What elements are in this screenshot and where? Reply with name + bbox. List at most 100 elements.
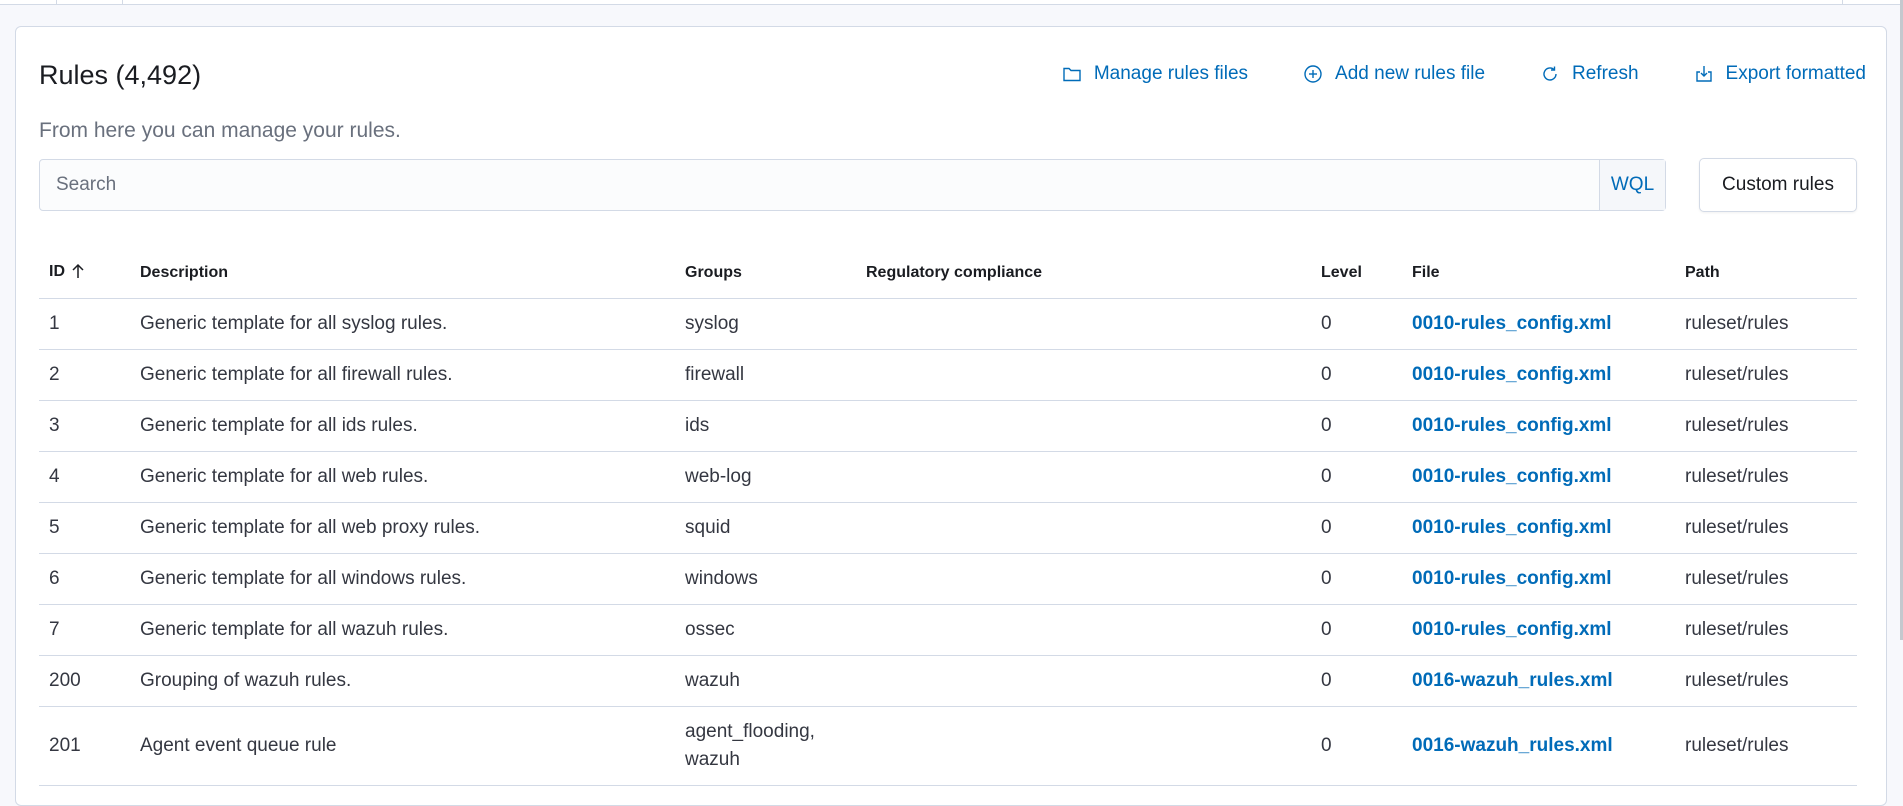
- add-new-rules-file-button[interactable]: Add new rules file: [1303, 63, 1485, 85]
- column-header-compliance[interactable]: Regulatory compliance: [856, 248, 1311, 299]
- cell-level: 0: [1311, 298, 1402, 350]
- custom-rules-button[interactable]: Custom rules: [1699, 158, 1857, 212]
- table-row[interactable]: 200 Grouping of wazuh rules. wazuh 0 001…: [39, 655, 1857, 707]
- cell-groups: wazuh: [675, 655, 856, 707]
- cell-groups: syslog: [675, 298, 856, 350]
- top-nav-bar: [0, 0, 1903, 5]
- cell-file: 0010-rules_config.xml: [1402, 604, 1675, 656]
- cell-description: Generic template for all syslog rules.: [130, 298, 675, 350]
- sort-ascending-icon: [71, 263, 85, 284]
- cell-path: ruleset/rules: [1675, 298, 1857, 350]
- table-row[interactable]: 7 Generic template for all wazuh rules. …: [39, 604, 1857, 656]
- cell-compliance: [856, 451, 1311, 503]
- cell-level: 0: [1311, 706, 1402, 786]
- cell-file: 0010-rules_config.xml: [1402, 349, 1675, 401]
- page-subtitle: From here you can manage your rules.: [39, 119, 401, 142]
- cell-id: 2: [39, 349, 130, 401]
- cell-file: 0010-rules_config.xml: [1402, 502, 1675, 554]
- table-row[interactable]: 2 Generic template for all firewall rule…: [39, 349, 1857, 401]
- cell-file: 0016-wazuh_rules.xml: [1402, 706, 1675, 786]
- cell-id: 6: [39, 553, 130, 605]
- search-input[interactable]: [40, 160, 1599, 210]
- cell-file: 0010-rules_config.xml: [1402, 400, 1675, 452]
- refresh-label: Refresh: [1572, 63, 1639, 84]
- cell-description: Agent event queue rule: [130, 706, 675, 786]
- column-header-id-label: ID: [49, 262, 65, 280]
- rules-table: ID Description Groups Regulatory complia…: [39, 248, 1857, 786]
- wql-button[interactable]: WQL: [1599, 160, 1665, 210]
- cell-compliance: [856, 604, 1311, 656]
- table-header-row: ID Description Groups Regulatory complia…: [39, 248, 1857, 299]
- cell-id: 201: [39, 706, 130, 786]
- file-link[interactable]: 0010-rules_config.xml: [1412, 466, 1612, 487]
- cell-groups: agent_flooding, wazuh: [675, 706, 856, 786]
- cell-description: Generic template for all firewall rules.: [130, 349, 675, 401]
- manage-rules-files-button[interactable]: Manage rules files: [1062, 63, 1248, 85]
- cell-description: Generic template for all web rules.: [130, 451, 675, 503]
- cell-level: 0: [1311, 400, 1402, 452]
- search-bar: WQL: [39, 159, 1666, 211]
- export-formatted-button[interactable]: Export formatted: [1694, 63, 1866, 85]
- cell-path: ruleset/rules: [1675, 553, 1857, 605]
- column-header-level[interactable]: Level: [1311, 248, 1402, 299]
- table-row[interactable]: 1 Generic template for all syslog rules.…: [39, 298, 1857, 350]
- cell-file: 0010-rules_config.xml: [1402, 298, 1675, 350]
- cell-id: 200: [39, 655, 130, 707]
- folder-icon: [1063, 67, 1081, 82]
- cell-path: ruleset/rules: [1675, 400, 1857, 452]
- cell-compliance: [856, 655, 1311, 707]
- cell-path: ruleset/rules: [1675, 604, 1857, 656]
- cell-id: 4: [39, 451, 130, 503]
- cell-level: 0: [1311, 451, 1402, 503]
- cell-id: 1: [39, 298, 130, 350]
- cell-level: 0: [1311, 349, 1402, 401]
- cell-description: Generic template for all windows rules.: [130, 553, 675, 605]
- cell-compliance: [856, 502, 1311, 554]
- table-row[interactable]: 3 Generic template for all ids rules. id…: [39, 400, 1857, 452]
- table-row[interactable]: 5 Generic template for all web proxy rul…: [39, 502, 1857, 554]
- cell-compliance: [856, 553, 1311, 605]
- table-row[interactable]: 4 Generic template for all web rules. we…: [39, 451, 1857, 503]
- refresh-button[interactable]: Refresh: [1540, 63, 1639, 85]
- cell-id: 7: [39, 604, 130, 656]
- cell-path: ruleset/rules: [1675, 349, 1857, 401]
- cell-path: ruleset/rules: [1675, 655, 1857, 707]
- file-link[interactable]: 0010-rules_config.xml: [1412, 313, 1612, 334]
- cell-level: 0: [1311, 502, 1402, 554]
- cell-description: Generic template for all web proxy rules…: [130, 502, 675, 554]
- cell-groups: ossec: [675, 604, 856, 656]
- export-formatted-label: Export formatted: [1725, 63, 1866, 84]
- column-header-description[interactable]: Description: [130, 248, 675, 299]
- cell-path: ruleset/rules: [1675, 451, 1857, 503]
- header-actions: Manage rules files Add new rules file Re…: [1007, 63, 1866, 85]
- column-header-path[interactable]: Path: [1675, 248, 1857, 299]
- cell-level: 0: [1311, 604, 1402, 656]
- column-header-id[interactable]: ID: [39, 248, 130, 299]
- file-link[interactable]: 0016-wazuh_rules.xml: [1412, 735, 1613, 756]
- cell-groups: squid: [675, 502, 856, 554]
- cell-id: 3: [39, 400, 130, 452]
- add-new-rules-file-label: Add new rules file: [1335, 63, 1486, 84]
- cell-description: Grouping of wazuh rules.: [130, 655, 675, 707]
- file-link[interactable]: 0010-rules_config.xml: [1412, 619, 1612, 640]
- cell-id: 5: [39, 502, 130, 554]
- file-link[interactable]: 0010-rules_config.xml: [1412, 568, 1612, 589]
- cell-file: 0016-wazuh_rules.xml: [1402, 655, 1675, 707]
- file-link[interactable]: 0016-wazuh_rules.xml: [1412, 670, 1613, 691]
- file-link[interactable]: 0010-rules_config.xml: [1412, 415, 1612, 436]
- file-link[interactable]: 0010-rules_config.xml: [1412, 364, 1612, 385]
- cell-path: ruleset/rules: [1675, 502, 1857, 554]
- table-row[interactable]: 201 Agent event queue rule agent_floodin…: [39, 706, 1857, 786]
- cell-groups: firewall: [675, 349, 856, 401]
- table-row[interactable]: 6 Generic template for all windows rules…: [39, 553, 1857, 605]
- cell-file: 0010-rules_config.xml: [1402, 451, 1675, 503]
- column-header-groups[interactable]: Groups: [675, 248, 856, 299]
- file-link[interactable]: 0010-rules_config.xml: [1412, 517, 1612, 538]
- cell-file: 0010-rules_config.xml: [1402, 553, 1675, 605]
- cell-compliance: [856, 349, 1311, 401]
- export-icon: [1695, 66, 1712, 82]
- cell-compliance: [856, 400, 1311, 452]
- column-header-file[interactable]: File: [1402, 248, 1675, 299]
- cell-compliance: [856, 298, 1311, 350]
- refresh-icon: [1543, 66, 1557, 81]
